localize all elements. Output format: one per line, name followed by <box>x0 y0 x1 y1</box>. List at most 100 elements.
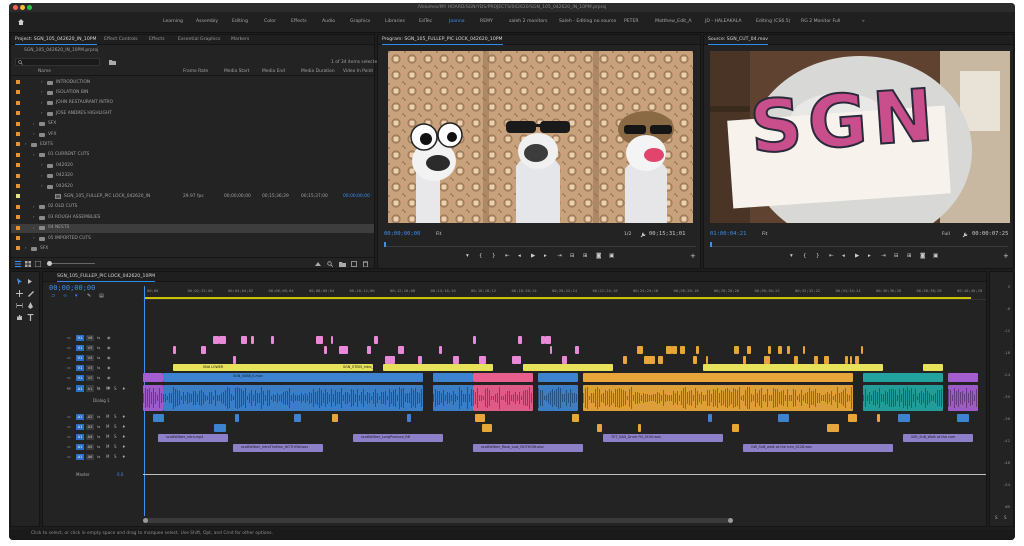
graphic-clip[interactable] <box>330 336 333 344</box>
overwrite-button[interactable]: ⊞ <box>907 253 912 259</box>
source-settings-wrench-icon[interactable] <box>962 232 968 238</box>
sync-lock-icon[interactable]: ⇆ <box>97 355 100 360</box>
video-clip[interactable] <box>538 373 578 382</box>
track-lock-icon[interactable]: ▭ <box>67 454 71 459</box>
audio-clip[interactable] <box>708 414 713 422</box>
track-label[interactable]: V2 <box>86 375 94 381</box>
workspace-joanna[interactable]: Joanna <box>449 19 465 24</box>
disclosure-chevron-icon[interactable]: › <box>33 235 35 240</box>
track-label[interactable]: A6 <box>86 454 94 460</box>
selection-tool-icon[interactable] <box>16 278 23 285</box>
video-track-header[interactable]: ▭ V1 V6 ⇆ ◉ <box>43 334 141 343</box>
bin-row[interactable]: › JOHN RESTAURANT INTRO <box>11 99 374 108</box>
graphic-clip[interactable] <box>213 336 220 344</box>
eye-icon[interactable]: ◉ <box>107 345 111 350</box>
video-clip[interactable] <box>854 356 859 364</box>
trash-icon[interactable] <box>363 261 368 267</box>
workspace-graphics[interactable]: Graphics <box>350 19 370 24</box>
track-lock-icon[interactable]: ▭ <box>67 365 71 370</box>
bin-row[interactable]: › 03 ROUGH ASSEMBLIES <box>11 213 374 222</box>
ripple-edit-tool-icon[interactable] <box>16 290 23 297</box>
workspace-libraries[interactable]: Libraries <box>385 19 405 24</box>
step-back-button[interactable]: ◂ <box>518 253 521 259</box>
tab-markers[interactable]: Markers <box>231 37 249 42</box>
find-icon[interactable] <box>327 261 333 267</box>
eye-icon[interactable]: ◉ <box>107 365 111 370</box>
music-clip[interactable]: SSR_SnB_Walk at the com <box>903 434 973 442</box>
bin-row[interactable]: › 01 CURRENT CUTS <box>11 151 374 160</box>
overwrite-button[interactable]: ⊞ <box>583 253 588 259</box>
column-name[interactable]: Name <box>38 69 51 74</box>
minimize-window-button[interactable] <box>20 5 25 10</box>
audio-track-header[interactable]: ▭ A1 A1 ⇆ M S ♦ Dialog 1 <box>43 385 141 411</box>
graphic-clip[interactable] <box>478 356 487 364</box>
graphic-clip[interactable] <box>512 356 522 364</box>
voiceover-mic-icon[interactable]: ♦ <box>122 424 126 429</box>
graphic-clip[interactable] <box>232 356 236 364</box>
graphic-clip[interactable] <box>561 356 567 364</box>
source-patch[interactable]: V1 <box>76 365 84 371</box>
wrench-icon[interactable]: ✎ <box>87 293 91 299</box>
audio-clip[interactable] <box>475 414 486 422</box>
automate-to-sequence-icon[interactable] <box>315 261 321 267</box>
sync-lock-icon[interactable]: ⇆ <box>97 375 100 380</box>
audio-clip[interactable] <box>877 414 881 422</box>
bin-row[interactable]: › ISOLATION BIN <box>11 88 374 97</box>
graphic-clip[interactable] <box>316 336 324 344</box>
go-to-out-button[interactable]: ⇥ <box>557 253 562 259</box>
graphic-clip[interactable] <box>201 346 206 354</box>
eye-icon[interactable]: ◉ <box>107 375 111 380</box>
export-frame-button[interactable]: ◙ <box>596 253 601 259</box>
workspace-jd-haleakala[interactable]: JD - HALEAKALA <box>705 19 742 24</box>
program-scrub-bar[interactable] <box>384 242 696 247</box>
program-resolution-dropdown[interactable]: 1/2 <box>624 232 631 237</box>
video-clip[interactable] <box>679 346 686 354</box>
step-forward-button[interactable]: ▸ <box>544 253 547 259</box>
source-current-timecode[interactable]: 01:00:04:21 <box>710 231 746 237</box>
track-label[interactable]: V5 <box>86 345 94 351</box>
sync-lock-icon[interactable]: ⇆ <box>97 365 100 370</box>
audio-clip[interactable] <box>948 385 978 411</box>
track-lock-icon[interactable]: ▭ <box>67 345 71 350</box>
column-media-end[interactable]: Media End <box>262 69 285 74</box>
disclosure-chevron-icon[interactable]: › <box>41 162 43 167</box>
music-clip[interactable]: GW_SnB_walk at the rum_0128.wav <box>743 444 893 452</box>
razor-tool-icon[interactable] <box>27 290 34 297</box>
mute-button[interactable]: M <box>106 424 109 429</box>
video-clip[interactable] <box>823 356 829 364</box>
disclosure-chevron-icon[interactable]: › <box>25 245 27 250</box>
audio-clip[interactable] <box>213 424 226 432</box>
bin-row[interactable]: › EDITS <box>11 140 374 149</box>
track-label[interactable]: A5 <box>86 444 94 450</box>
video-clip[interactable] <box>861 346 864 354</box>
video-track-header[interactable]: ▭ V1 V4 ⇆ ◉ <box>43 354 141 363</box>
video-clip[interactable] <box>849 356 853 364</box>
source-patch[interactable]: V1 <box>76 375 84 381</box>
audio-clip[interactable] <box>538 385 578 411</box>
voiceover-mic-icon[interactable]: ♦ <box>122 444 126 449</box>
graphic-clip[interactable] <box>367 346 372 354</box>
video-clip[interactable] <box>747 346 752 354</box>
mute-button[interactable]: M <box>106 434 109 439</box>
audio-clip[interactable] <box>863 385 943 411</box>
audio-track-header[interactable]: ▭ A1 A2 ⇆ M S ♦ <box>43 413 141 422</box>
bin-row[interactable]: › JOSE ANDRES HIGHLIGHT <box>11 109 374 118</box>
title-clip[interactable] <box>703 364 883 371</box>
sync-lock-icon[interactable]: ⇆ <box>97 424 100 429</box>
graphic-clip[interactable] <box>338 346 349 354</box>
video-clip[interactable] <box>787 346 791 354</box>
bin-row[interactable]: › VFX <box>11 130 374 139</box>
source-patch[interactable]: A1 <box>76 454 84 460</box>
voiceover-mic-icon[interactable]: ♦ <box>122 386 126 391</box>
video-clip[interactable] <box>623 356 628 364</box>
workspace-editing-cs65[interactable]: Editing (CS6.5) <box>756 19 790 24</box>
workspace-saleh-2-monitors[interactable]: saleh 2 monitors <box>509 19 547 24</box>
go-to-in-button[interactable]: ⇤ <box>829 253 834 259</box>
sync-lock-icon[interactable]: ⇆ <box>97 454 100 459</box>
audio-clip[interactable] <box>433 385 473 411</box>
video-clip[interactable] <box>665 346 672 354</box>
home-icon[interactable] <box>17 18 25 26</box>
audio-clip[interactable] <box>583 385 853 411</box>
step-back-button[interactable]: ◂ <box>842 253 845 259</box>
audio-clip[interactable] <box>235 414 240 422</box>
